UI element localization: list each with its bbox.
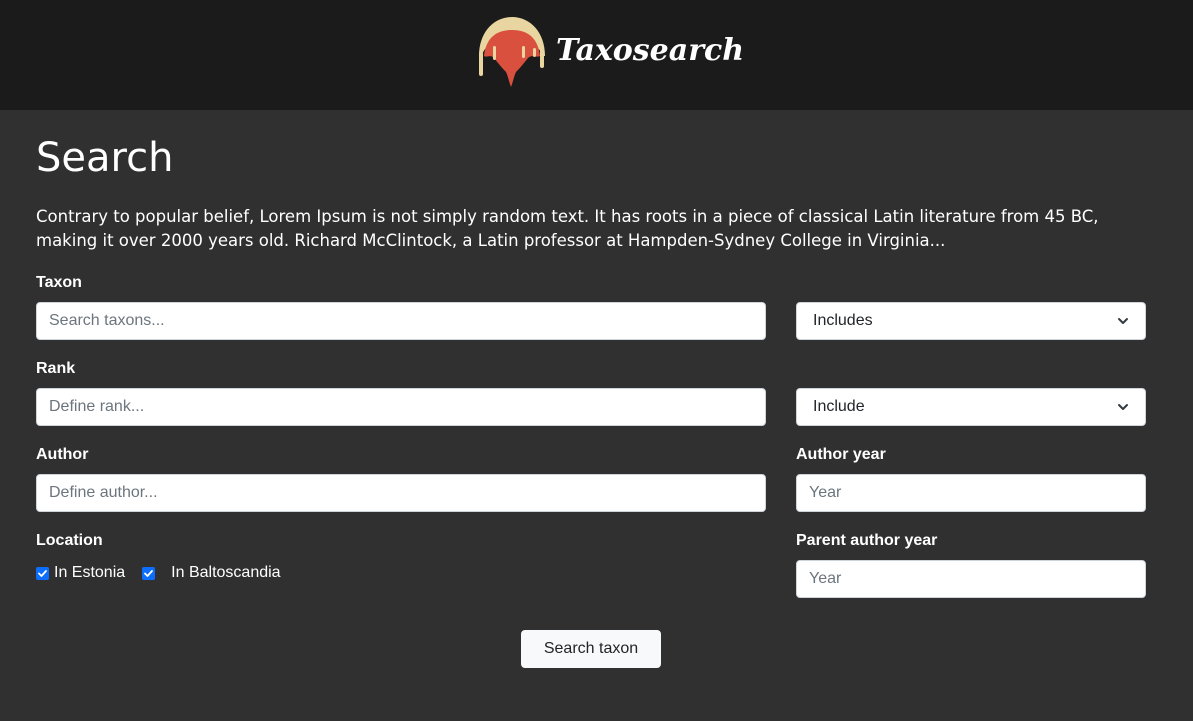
rank-mode-selected: Include: [813, 398, 865, 415]
site-header: Taxosearch: [0, 0, 1193, 110]
intro-text: Contrary to popular belief, Lorem Ipsum …: [36, 207, 1099, 250]
parent-author-year-label: Parent author year: [796, 532, 938, 549]
parent-author-year-input[interactable]: [796, 560, 1146, 598]
in-baltoscandia-checkbox[interactable]: [142, 566, 156, 580]
taxon-mode-select[interactable]: Includes: [796, 302, 1146, 340]
location-label: Location: [36, 532, 103, 549]
mushroom-logo-icon: [479, 17, 545, 87]
brand-name: Taxosearch: [556, 32, 745, 68]
author-label: Author: [36, 446, 89, 463]
author-year-input[interactable]: [796, 474, 1146, 512]
rank-mode-select[interactable]: Include: [796, 388, 1146, 426]
taxon-label: Taxon: [36, 274, 82, 291]
chevron-down-icon: [1118, 318, 1128, 324]
author-input[interactable]: [36, 474, 766, 512]
taxon-mode-selected: Includes: [813, 312, 873, 329]
in-baltoscandia-label[interactable]: In Baltoscandia: [171, 564, 280, 582]
taxon-search-input[interactable]: [36, 302, 766, 340]
author-year-label: Author year: [796, 446, 886, 463]
page-title: Search: [36, 135, 174, 181]
in-estonia-checkbox[interactable]: [36, 566, 49, 580]
checkmark-icon: [144, 569, 154, 577]
chevron-down-icon: [1118, 404, 1128, 410]
search-taxon-button[interactable]: Search taxon: [521, 630, 661, 668]
brand-logo-link[interactable]: Taxosearch: [476, 16, 744, 88]
in-estonia-label[interactable]: In Estonia: [54, 564, 125, 582]
rank-input[interactable]: [36, 388, 766, 426]
rank-label: Rank: [36, 360, 76, 377]
checkmark-icon: [38, 569, 47, 577]
location-options: In Estonia In Baltoscandia: [36, 563, 281, 583]
